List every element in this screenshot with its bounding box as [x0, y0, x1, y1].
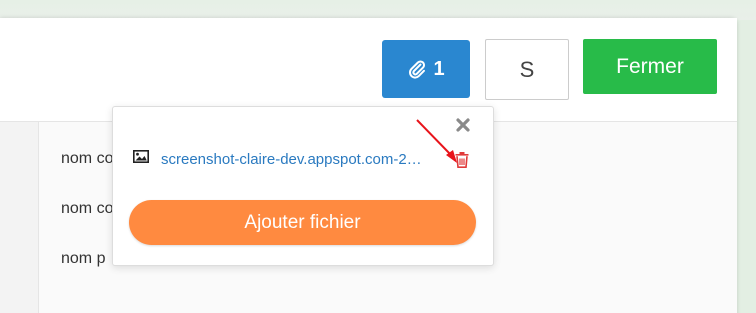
s-button[interactable]: S — [485, 39, 569, 100]
field-label: nom p — [61, 250, 106, 267]
left-rail — [0, 122, 39, 313]
attachments-popover: screenshot-claire-dev.appspot.com-2… Ajo… — [112, 106, 494, 266]
attachments-button[interactable]: 1 — [382, 40, 470, 98]
image-icon — [133, 150, 149, 168]
trash-icon[interactable] — [455, 152, 473, 172]
field-label: nom co — [61, 150, 114, 167]
close-button[interactable]: Fermer — [583, 39, 717, 94]
attachment-row: screenshot-claire-dev.appspot.com-2… — [133, 147, 478, 171]
paperclip-icon — [407, 59, 427, 79]
attachments-count: 1 — [433, 57, 445, 80]
field-label: nom co — [61, 200, 114, 217]
attachment-link[interactable]: screenshot-claire-dev.appspot.com-2… — [161, 151, 447, 168]
add-file-button[interactable]: Ajouter fichier — [129, 200, 476, 245]
close-icon[interactable] — [452, 114, 474, 136]
page-backdrop — [0, 0, 756, 20]
